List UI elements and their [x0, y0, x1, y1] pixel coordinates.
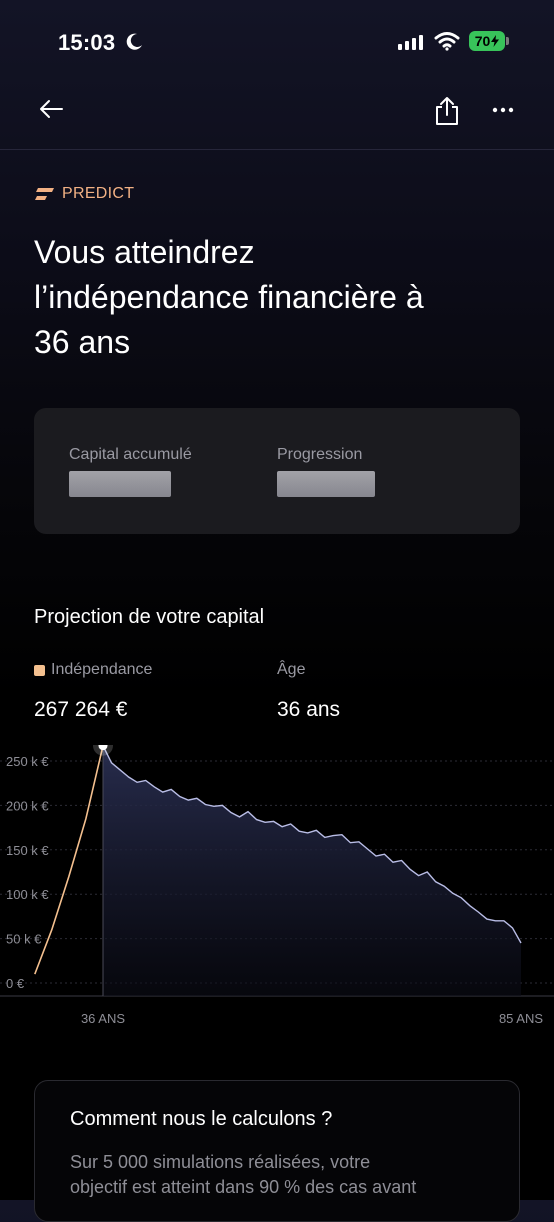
battery-indicator: 70 [469, 31, 505, 51]
legend-label-independence: Indépendance [51, 661, 153, 678]
age-value: 36 ans [277, 698, 341, 721]
y-tick-label-5: 0 € [6, 976, 25, 991]
bolt-icon [491, 35, 500, 47]
brand-label: PREDICT [62, 185, 135, 202]
calculation-text-line-2: objectif est atteint dans 90 % des cas a… [70, 1177, 417, 1197]
predict-logo-icon [35, 188, 54, 200]
wifi-icon [434, 32, 460, 51]
calculation-title: Comment nous le calculons ? [70, 1108, 333, 1130]
status-time: 15:03 [58, 30, 116, 55]
battery-level: 70 [474, 33, 491, 49]
summary-card: Capital accumulé Progression [34, 408, 520, 534]
capital-label: Capital accumulé [69, 446, 192, 463]
ellipsis-icon[interactable] [490, 98, 516, 122]
share-icon[interactable] [433, 96, 461, 126]
calculation-text: Sur 5 000 simulations réalisées, votre o… [70, 1150, 500, 1200]
header-divider [0, 149, 554, 150]
battery-tip [506, 37, 509, 45]
progress-label: Progression [277, 446, 363, 463]
y-tick-label-3: 100 k € [6, 887, 49, 902]
y-tick-label-4: 50 k € [6, 932, 42, 947]
moon-icon [126, 33, 142, 50]
chart-area [103, 745, 521, 996]
headline-line-2: l’indépendance financière à [34, 279, 424, 315]
x-tick-label-1: 85 ANS [499, 1011, 543, 1026]
projection-title: Projection de votre capital [34, 606, 265, 628]
series-line-before [34, 745, 104, 975]
capital-value-redacted [69, 471, 171, 497]
projection-chart[interactable]: 250 k € 200 k € 150 k € 100 k € 50 k € 0 € 36 … [0, 745, 554, 1035]
progress-value-redacted [277, 471, 375, 497]
signal-icon [398, 34, 423, 50]
y-tick-label-2: 150 k € [6, 843, 49, 858]
page-title: Vous atteindrez l’indépendance financièr… [34, 230, 524, 365]
y-tick-label-0: 250 k € [6, 754, 49, 769]
headline-line-1: Vous atteindrez [34, 234, 255, 270]
headline-line-3: 36 ans [34, 324, 131, 360]
age-label: Âge [277, 661, 306, 678]
x-tick-label-0: 36 ANS [81, 1011, 125, 1026]
legend-swatch [34, 665, 45, 676]
y-tick-label-1: 200 k € [6, 798, 49, 813]
calculation-text-line-1: Sur 5 000 simulations réalisées, votre [70, 1152, 371, 1172]
arrow-left-icon[interactable] [36, 94, 66, 124]
independence-value: 267 264 € [34, 698, 128, 721]
